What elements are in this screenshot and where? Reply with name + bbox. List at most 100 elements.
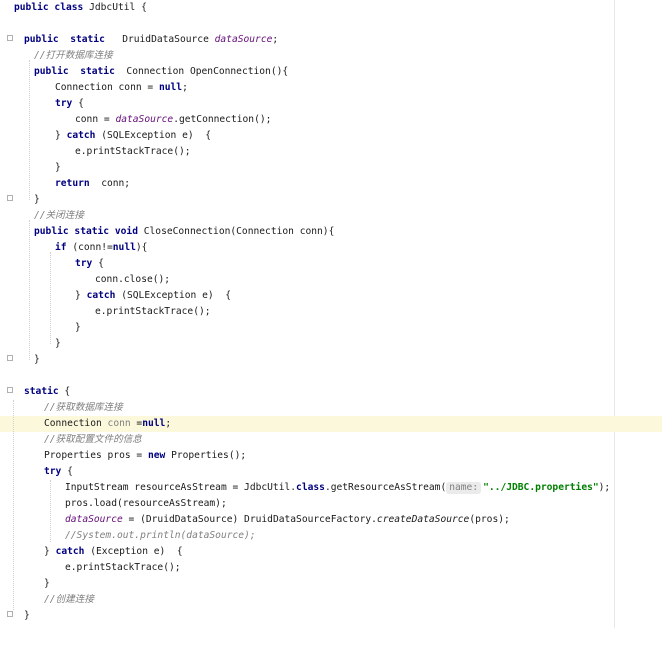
code-line: } catch (Exception e) { [0,544,183,560]
code-text: (Exception e) { [84,546,183,557]
unused-variable: conn [107,418,131,429]
code-line: //关闭连接 [0,208,84,224]
code-text: conn; [89,178,131,189]
code-line: //获取数据库连接 [0,400,123,416]
punct: { [72,98,84,109]
code-line: return conn; [0,176,130,192]
code-text: pros.load(resourceAsStream); [65,498,227,509]
code-text: .getResourceAsStream( [324,482,447,493]
code-line: try { [0,464,73,480]
code-line: } [0,320,81,336]
comment: //打开数据库连接 [34,50,113,61]
keyword: catch [66,130,96,141]
keyword: static [68,66,115,77]
code-line: } catch (SQLException e) { [0,128,211,144]
keyword: if [55,242,67,253]
keyword: try [75,258,93,269]
method-signature: CloseConnection(Connection conn){ [137,226,335,237]
field-name: dataSource [214,34,273,45]
fold-marker-icon[interactable] [7,611,13,617]
punct: { [61,466,73,477]
keyword: public static void [34,226,138,237]
keyword: return [55,178,90,189]
punct: } [75,290,87,301]
indent-guide [29,60,30,200]
keyword: new [147,450,166,461]
code-text: .getConnection(); [173,114,272,125]
type-name: Connection [44,418,108,429]
punct: = [130,418,143,429]
keyword: catch [55,546,85,557]
punct: } [55,130,67,141]
code-text: InputStream resourceAsStream = JdbcUtil. [65,482,297,493]
class-name: JdbcUtil { [83,2,147,13]
punct: { [92,258,104,269]
code-text: (SQLException e) { [95,130,211,141]
method-signature: Connection OpenConnection(){ [114,66,289,77]
code-line: pros.load(resourceAsStream); [0,496,227,512]
code-line: InputStream resourceAsStream = JdbcUtil.… [0,480,610,496]
code-line: } [0,576,50,592]
parameter-hint: name: [446,482,482,494]
punct: } [34,354,40,365]
punct: } [75,322,81,333]
code-line: //打开数据库连接 [0,48,113,64]
code-line: //获取配置文件的信息 [0,432,142,448]
code-line: conn.close(); [0,272,170,288]
punct: } [44,546,56,557]
code-text: (conn!= [66,242,113,253]
code-text: e.printStackTrace(); [65,562,181,573]
comment: //创建连接 [44,594,94,605]
keyword: class [296,482,325,493]
code-text: Connection conn = [55,82,159,93]
punct: { [58,386,71,397]
punct: } [34,194,40,205]
code-line: //创建连接 [0,592,94,608]
keyword: static [24,386,59,397]
code-line: } [0,336,61,352]
comment: //System.out.println(dataSource); [65,530,256,541]
keyword: null [112,242,136,253]
code-line: public static Connection OpenConnection(… [0,64,288,80]
keyword: static [58,34,105,45]
code-line: dataSource = (DruidDataSource) DruidData… [0,512,510,528]
code-line: if (conn!=null){ [0,240,147,256]
keyword: public [34,66,69,77]
punct: ; [165,418,172,429]
code-line: try { [0,96,84,112]
static-method: createDataSource [376,514,470,525]
code-line: e.printStackTrace(); [0,144,191,160]
fold-marker-icon[interactable] [7,195,13,201]
right-margin-guide [614,0,615,628]
comment: //获取配置文件的信息 [44,434,142,445]
keyword: catch [86,290,116,301]
code-text: = (DruidDataSource) DruidDataSourceFacto… [122,514,377,525]
punct: } [24,610,30,621]
string-literal: "../JDBC.properties" [483,482,599,493]
keyword: null [142,418,166,429]
fold-marker-icon[interactable] [7,355,13,361]
indent-guide [50,252,51,344]
code-line: } catch (SQLException e) { [0,288,231,304]
code-line: e.printStackTrace(); [0,560,181,576]
punct: } [55,338,61,349]
punct: ; [272,34,279,45]
punct: ); [598,482,611,493]
code-line: try { [0,256,104,272]
punct: ){ [135,242,148,253]
code-line: //System.out.println(dataSource); [0,528,256,544]
code-line-current: Connection conn =null; [0,416,171,432]
punct: ; [182,82,188,93]
fold-marker-icon[interactable] [7,387,13,393]
code-editor[interactable]: public class JdbcUtil { public static Dr… [0,0,662,628]
code-text: e.printStackTrace(); [75,146,191,157]
code-line: conn = dataSource.getConnection(); [0,112,271,128]
comment: //关闭连接 [34,210,84,221]
code-text: e.printStackTrace(); [95,306,211,317]
code-text: conn.close(); [95,274,171,285]
keyword: public class [14,2,84,13]
field-name: dataSource [65,514,123,525]
fold-marker-icon[interactable] [7,35,13,41]
code-line: public class JdbcUtil { [0,0,147,16]
indent-guide [50,480,51,542]
